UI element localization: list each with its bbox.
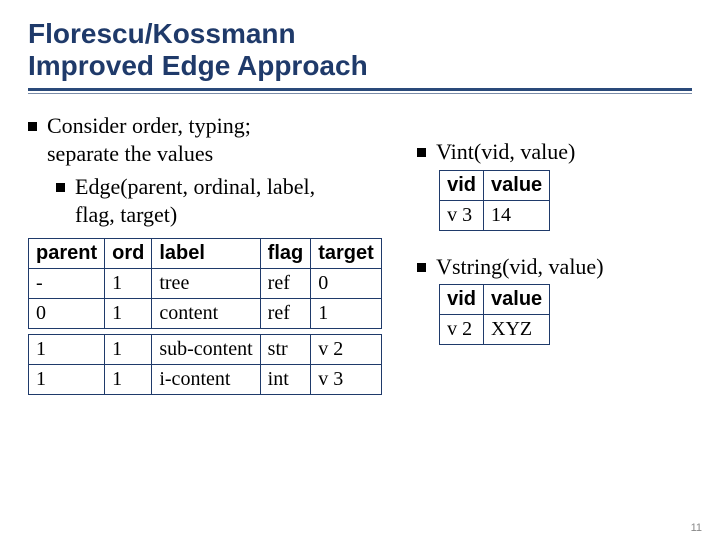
cell: sub-content xyxy=(152,335,260,365)
cell: - xyxy=(29,269,105,299)
table-row: v 2 XYZ xyxy=(440,315,550,345)
square-bullet-icon xyxy=(417,263,426,272)
square-bullet-icon xyxy=(28,122,37,131)
table-header-row: vid value xyxy=(440,170,550,200)
cell: 1 xyxy=(105,299,152,329)
cell: ref xyxy=(260,299,311,329)
line: flag, target) xyxy=(75,202,177,227)
vint-table: vid value v 3 14 xyxy=(439,170,550,231)
cell: str xyxy=(260,335,311,365)
left-column: Consider order, typing; separate the val… xyxy=(28,112,399,395)
bullet-vstring: Vstring(vid, value) xyxy=(417,253,692,281)
vstring-label: Vstring(vid, value) xyxy=(436,253,603,281)
cell: content xyxy=(152,299,260,329)
table-header-row: vid value xyxy=(440,285,550,315)
cell: v 2 xyxy=(440,315,484,345)
cell: 1 xyxy=(105,365,152,395)
bullet-text: Edge(parent, ordinal, label, flag, targe… xyxy=(75,173,315,228)
cell: 1 xyxy=(29,335,105,365)
cell: v 2 xyxy=(311,335,382,365)
edge-table: parent ord label flag target - 1 tree re… xyxy=(28,238,382,395)
slide-title: Florescu/Kossmann Improved Edge Approach xyxy=(28,18,692,82)
col-value: value xyxy=(484,285,550,315)
bullet-consider: Consider order, typing; separate the val… xyxy=(28,112,399,167)
line: Consider order, typing; xyxy=(47,113,251,138)
col-ord: ord xyxy=(105,239,152,269)
cell: int xyxy=(260,365,311,395)
right-column: Vint(vid, value) vid value v 3 14 Vstrin… xyxy=(417,112,692,345)
col-target: target xyxy=(311,239,382,269)
title-line-1: Florescu/Kossmann xyxy=(28,18,296,49)
vstring-table: vid value v 2 XYZ xyxy=(439,284,550,345)
cell: 0 xyxy=(29,299,105,329)
col-vid: vid xyxy=(440,170,484,200)
cell: 14 xyxy=(484,200,550,230)
cell: i-content xyxy=(152,365,260,395)
line: separate the values xyxy=(47,141,213,166)
cell: 0 xyxy=(311,269,382,299)
cell: v 3 xyxy=(311,365,382,395)
cell: v 3 xyxy=(440,200,484,230)
square-bullet-icon xyxy=(56,183,65,192)
col-vid: vid xyxy=(440,285,484,315)
col-parent: parent xyxy=(29,239,105,269)
cell: 1 xyxy=(105,269,152,299)
col-flag: flag xyxy=(260,239,311,269)
bullet-edge: Edge(parent, ordinal, label, flag, targe… xyxy=(56,173,399,228)
table-row: 0 1 content ref 1 xyxy=(29,299,382,329)
vint-label: Vint(vid, value) xyxy=(436,138,575,166)
cell: 1 xyxy=(311,299,382,329)
page-number: 11 xyxy=(691,522,702,534)
square-bullet-icon xyxy=(417,148,426,157)
title-underline-thin xyxy=(28,93,692,94)
cell: XYZ xyxy=(484,315,550,345)
content-area: Consider order, typing; separate the val… xyxy=(28,112,692,395)
cell: tree xyxy=(152,269,260,299)
cell: 1 xyxy=(105,335,152,365)
title-line-2: Improved Edge Approach xyxy=(28,50,368,81)
table-row: v 3 14 xyxy=(440,200,550,230)
cell: ref xyxy=(260,269,311,299)
line: Edge(parent, ordinal, label, xyxy=(75,174,315,199)
title-underline xyxy=(28,88,692,91)
col-label: label xyxy=(152,239,260,269)
bullet-vint: Vint(vid, value) xyxy=(417,138,692,166)
cell: 1 xyxy=(29,365,105,395)
table-row: - 1 tree ref 0 xyxy=(29,269,382,299)
bullet-text: Consider order, typing; separate the val… xyxy=(47,112,251,167)
table-row: 1 1 i-content int v 3 xyxy=(29,365,382,395)
col-value: value xyxy=(484,170,550,200)
table-header-row: parent ord label flag target xyxy=(29,239,382,269)
table-row: 1 1 sub-content str v 2 xyxy=(29,335,382,365)
